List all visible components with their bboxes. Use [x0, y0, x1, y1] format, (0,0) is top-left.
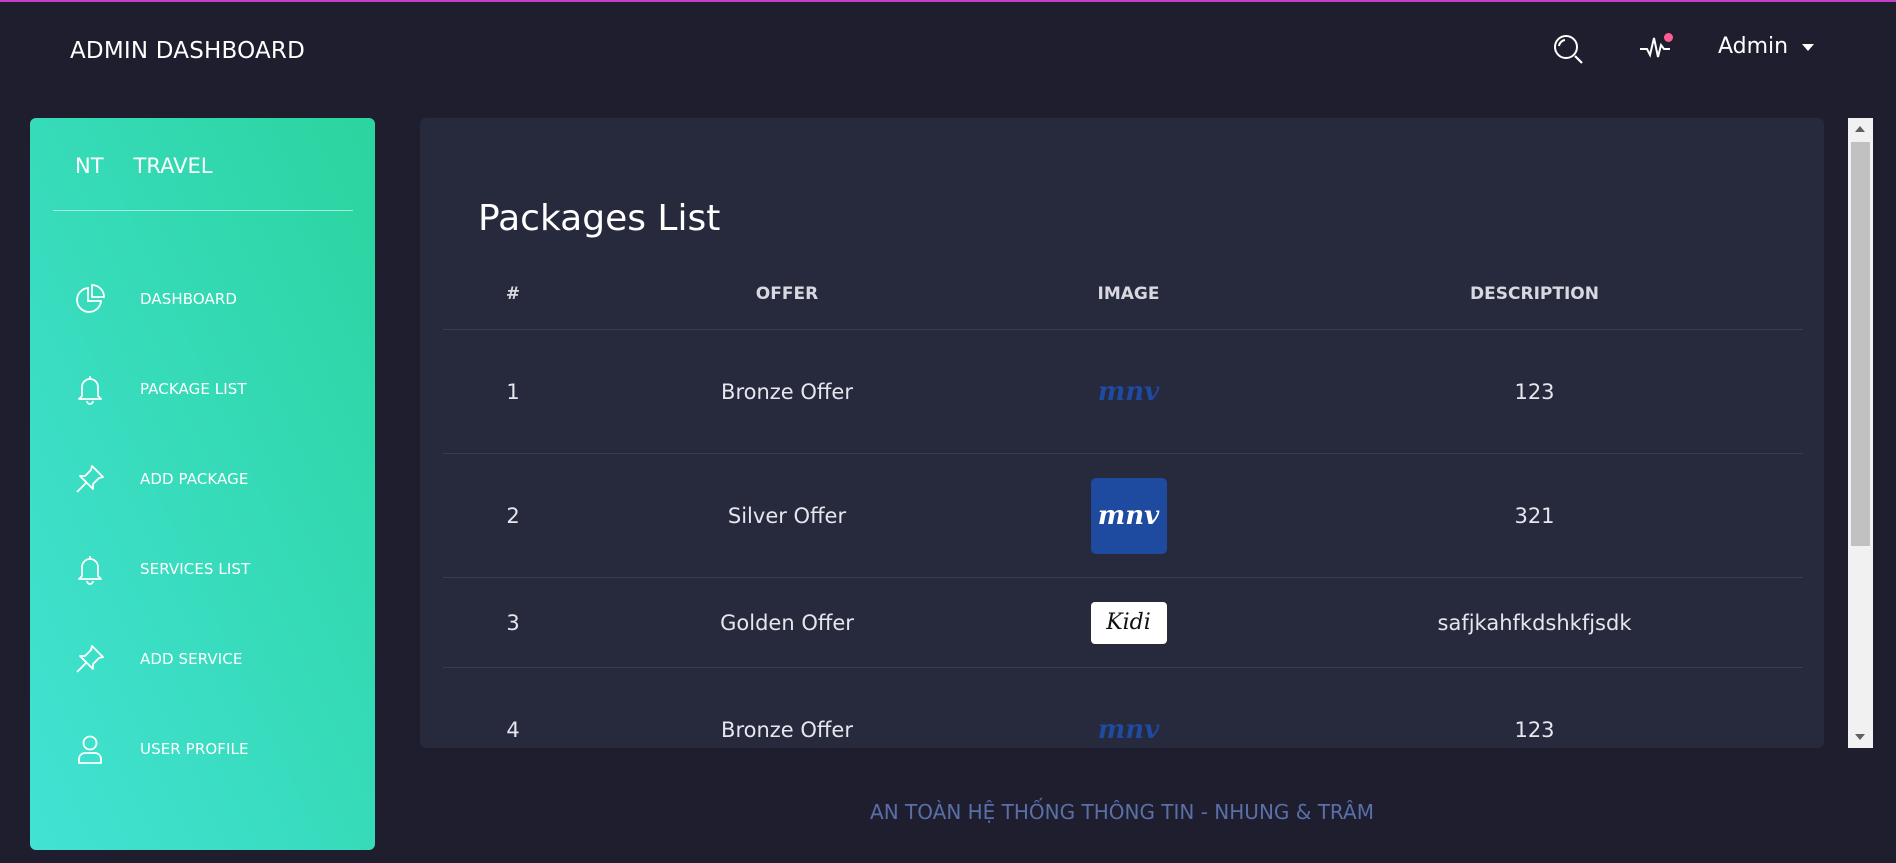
user-icon	[72, 731, 108, 767]
package-image-logo: mnv	[1097, 376, 1160, 407]
sidebar-divider	[53, 210, 353, 211]
sidebar-item-add-service[interactable]: ADD SERVICE	[30, 614, 375, 704]
row-image: Kidi	[991, 601, 1266, 644]
row-image: mnv	[991, 372, 1266, 412]
table-row: 3 Golden Offer Kidi safjkahfkdshkfjsdk	[443, 578, 1803, 668]
scrollbar-thumb[interactable]	[1851, 142, 1870, 546]
row-image: mnv	[991, 477, 1266, 554]
bell-icon	[72, 371, 108, 407]
scroll-down-icon[interactable]	[1855, 734, 1865, 740]
package-image: mnv	[1090, 477, 1167, 554]
chevron-down-icon	[1802, 44, 1815, 51]
notifications-button[interactable]	[1632, 30, 1678, 70]
sidebar-item-label: SERVICES LIST	[140, 560, 251, 578]
row-number: 2	[506, 503, 520, 528]
row-description: 123	[1514, 379, 1555, 404]
pin-icon	[72, 461, 108, 497]
search-icon	[1553, 34, 1585, 70]
logo-name: TRAVEL	[133, 154, 213, 178]
sidebar-item-label: DASHBOARD	[140, 290, 238, 308]
sidebar-item-dashboard[interactable]: DASHBOARD	[30, 254, 375, 344]
column-header-number: #	[505, 283, 521, 304]
package-image: Kidi	[1090, 601, 1167, 644]
table-header: # OFFER IMAGE DESCRIPTION	[443, 258, 1803, 330]
package-image: mnv	[1091, 710, 1167, 748]
logo-short: NT	[75, 154, 104, 178]
row-description: 123	[1514, 718, 1555, 742]
packages-table: # OFFER IMAGE DESCRIPTION 1 Bronze Offer…	[443, 258, 1803, 748]
package-image-logo: mnv	[1097, 715, 1160, 745]
sidebar-menu: DASHBOARD PACKAGE LIST ADD PACKAGE SERVI…	[30, 254, 375, 794]
page-title: Packages List	[478, 197, 721, 239]
row-number: 1	[506, 379, 520, 404]
row-description: 321	[1514, 503, 1555, 528]
sidebar-item-label: PACKAGE LIST	[140, 380, 247, 398]
package-image-logo: mnv	[1097, 500, 1160, 531]
sidebar-item-label: ADD SERVICE	[140, 650, 243, 668]
bell-icon	[72, 551, 108, 587]
row-offer: Golden Offer	[720, 610, 854, 635]
scroll-up-icon[interactable]	[1855, 126, 1865, 132]
row-description: safjkahfkdshkfjsdk	[1437, 610, 1632, 635]
sidebar-item-label: ADD PACKAGE	[140, 470, 249, 488]
footer-text: AN TOÀN HỆ THỐNG THÔNG TIN - NHUNG & TRÂ…	[870, 800, 1374, 824]
row-image: mnv	[991, 710, 1266, 748]
search-button[interactable]	[1548, 32, 1590, 72]
column-header-offer: OFFER	[755, 283, 819, 304]
row-offer: Bronze Offer	[721, 718, 853, 742]
sidebar-item-add-package[interactable]: ADD PACKAGE	[30, 434, 375, 524]
sidebar-item-label: USER PROFILE	[140, 740, 249, 758]
column-header-image: IMAGE	[1097, 283, 1160, 304]
table-row: 4 Bronze Offer mnv 123	[443, 668, 1803, 748]
notification-dot	[1664, 33, 1673, 42]
user-name: Admin	[1718, 33, 1789, 59]
row-number: 3	[506, 610, 520, 635]
top-navbar: ADMIN DASHBOARD Admin	[0, 2, 1896, 98]
pie-chart-icon	[72, 281, 108, 317]
package-image-logo: Kidi	[1106, 610, 1151, 635]
sidebar-item-user-profile[interactable]: USER PROFILE	[30, 704, 375, 794]
sidebar-item-services-list[interactable]: SERVICES LIST	[30, 524, 375, 614]
table-row: 1 Bronze Offer mnv 123	[443, 330, 1803, 454]
sidebar-logo[interactable]: NT TRAVEL	[75, 154, 212, 178]
sidebar-item-package-list[interactable]: PACKAGE LIST	[30, 344, 375, 434]
row-number: 4	[506, 718, 520, 742]
column-header-description: DESCRIPTION	[1470, 283, 1599, 304]
pin-icon	[72, 641, 108, 677]
row-offer: Silver Offer	[727, 503, 847, 528]
scrollbar[interactable]	[1848, 118, 1873, 748]
user-menu-dropdown[interactable]: Admin	[1718, 30, 1815, 62]
row-offer: Bronze Offer	[721, 379, 853, 404]
sidebar: NT TRAVEL DASHBOARD PACKAGE LIST ADD PAC…	[30, 118, 375, 850]
packages-card: Packages List # OFFER IMAGE DESCRIPTION …	[420, 118, 1824, 748]
table-row: 2 Silver Offer mnv 321	[443, 454, 1803, 578]
package-image: mnv	[1091, 372, 1167, 412]
brand-title[interactable]: ADMIN DASHBOARD	[70, 38, 305, 64]
